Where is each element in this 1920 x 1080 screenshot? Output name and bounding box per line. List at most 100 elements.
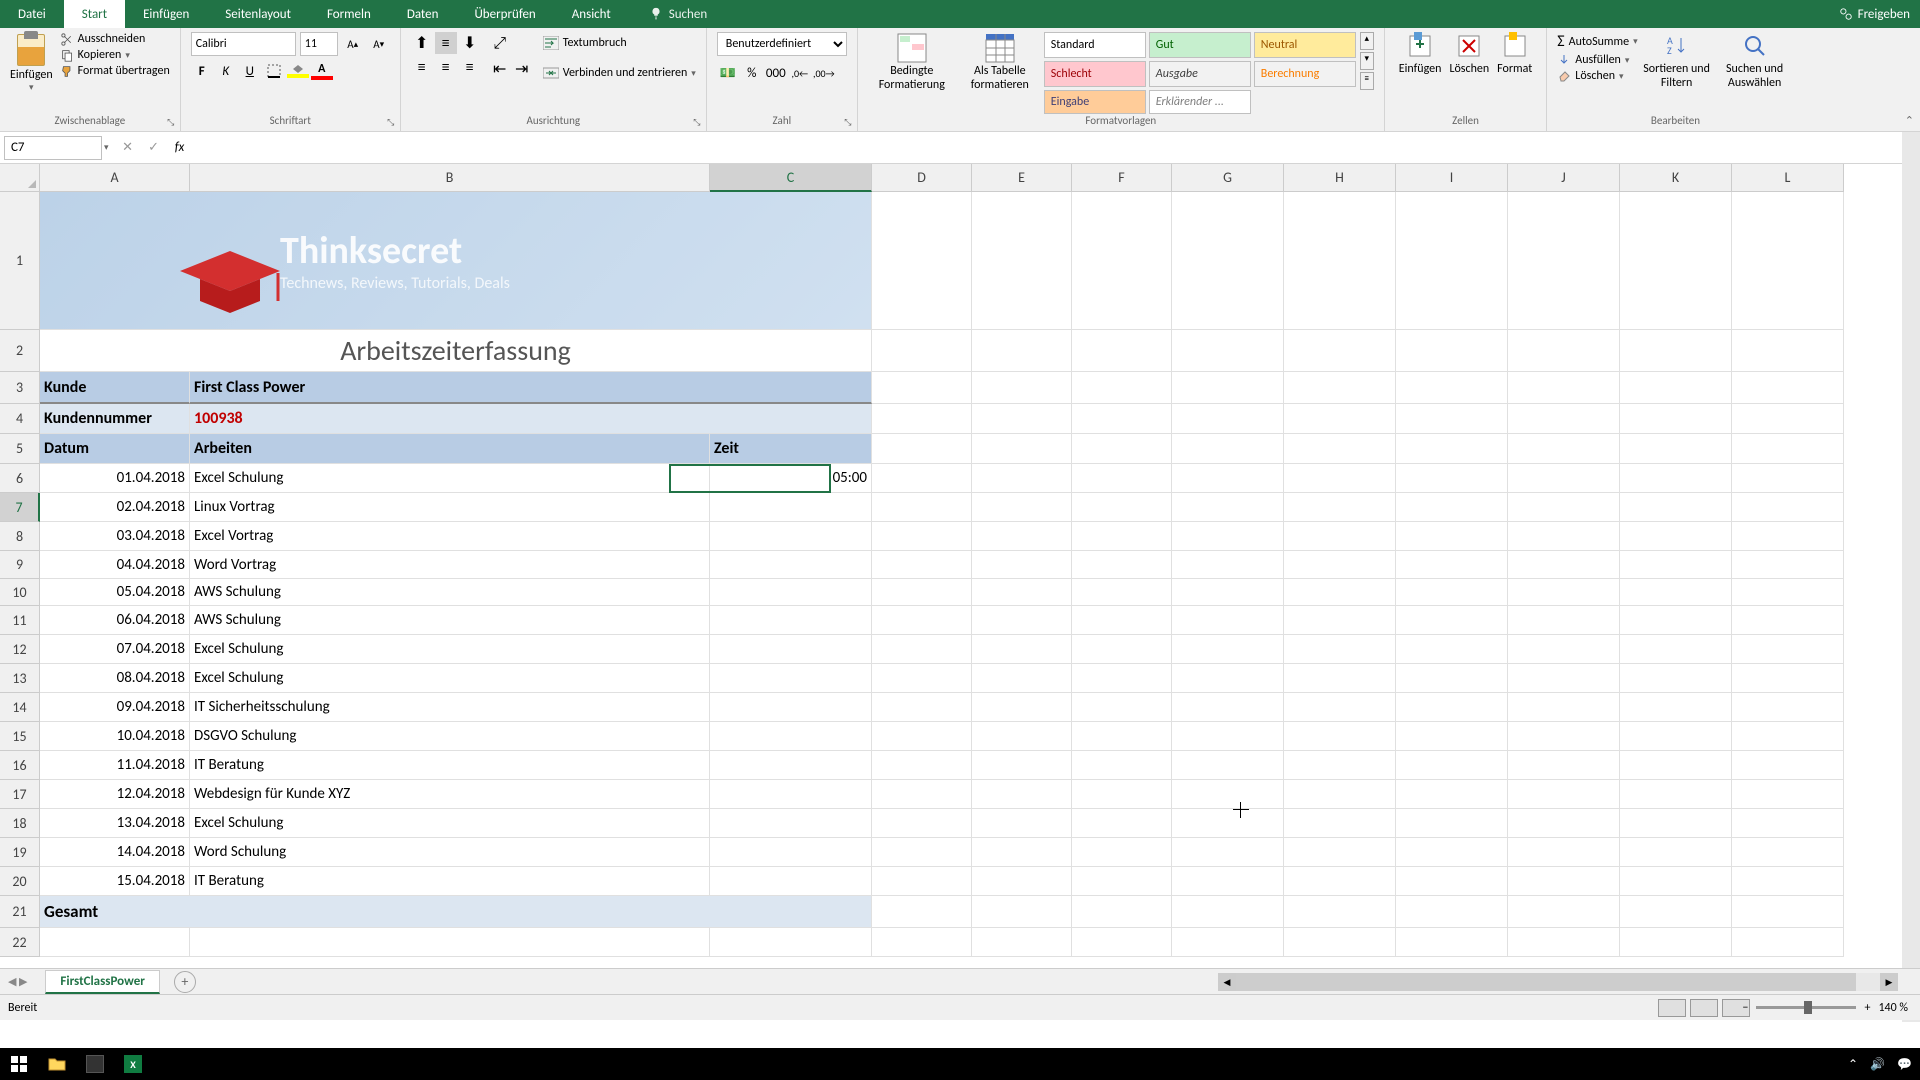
cell[interactable] [1620,404,1732,434]
cell[interactable]: 11.04.2018 [40,751,190,780]
cell[interactable] [1732,838,1844,867]
cell[interactable] [1284,780,1396,809]
cell[interactable] [972,579,1072,606]
collapse-ribbon-button[interactable]: ⌃ [1905,114,1914,127]
cell[interactable] [710,693,872,722]
tab-datei[interactable]: Datei [0,0,64,28]
cell[interactable] [1284,751,1396,780]
cell[interactable] [1072,522,1172,551]
cell[interactable] [1508,404,1620,434]
cell[interactable] [40,928,190,957]
cell[interactable] [1732,664,1844,693]
cell[interactable] [1508,928,1620,957]
styles-more[interactable]: ≡ [1360,72,1374,90]
delete-cells-button[interactable]: Löschen [1445,32,1493,114]
cell[interactable] [972,522,1072,551]
cell[interactable] [1284,192,1396,330]
cell[interactable] [1620,493,1732,522]
fill-color-button[interactable] [287,60,309,82]
cell[interactable] [1732,722,1844,751]
cell[interactable]: Zeit [710,434,872,464]
row-header-11[interactable]: 11 [0,606,40,635]
cell[interactable] [1732,579,1844,606]
insert-function-button[interactable]: fx [167,136,193,160]
cell[interactable] [972,867,1072,896]
cell[interactable]: 100938 [190,404,872,434]
cell[interactable] [1396,606,1508,635]
cell[interactable] [872,551,972,579]
paste-button[interactable]: Einfügen [10,68,53,82]
col-header-F[interactable]: F [1072,164,1172,192]
cell[interactable]: Arbeiten [190,434,710,464]
cell[interactable] [710,780,872,809]
select-all-button[interactable] [0,164,40,192]
autosum-button[interactable]: ΣAutoSumme ▾ [1557,32,1637,51]
col-header-K[interactable]: K [1620,164,1732,192]
start-button[interactable] [0,1048,38,1080]
cell[interactable] [1072,551,1172,579]
col-header-G[interactable]: G [1172,164,1284,192]
col-header-J[interactable]: J [1508,164,1620,192]
tab-daten[interactable]: Daten [389,0,457,28]
cell[interactable] [872,606,972,635]
formula-input[interactable] [199,136,1907,160]
cell[interactable] [1172,780,1284,809]
cell[interactable] [1172,372,1284,404]
cell[interactable] [1284,606,1396,635]
add-sheet-button[interactable]: + [174,971,196,993]
cell[interactable] [1396,551,1508,579]
cell[interactable] [1620,522,1732,551]
cell[interactable] [1620,780,1732,809]
tab-seitenlayout[interactable]: Seitenlayout [207,0,309,28]
cell[interactable]: 02.04.2018 [40,493,190,522]
cell[interactable]: Datum [40,434,190,464]
cell[interactable] [1620,751,1732,780]
col-header-E[interactable]: E [972,164,1072,192]
cell[interactable] [1072,780,1172,809]
cell[interactable] [1396,372,1508,404]
border-button[interactable] [263,60,285,82]
cell[interactable]: DSGVO Schulung [190,722,710,751]
sort-filter-button[interactable]: AZSortieren und Filtern [1638,32,1716,114]
scroll-right-button[interactable]: ▶ [1880,973,1898,991]
zoom-out-button[interactable]: − [1742,1001,1748,1015]
cell[interactable] [1172,664,1284,693]
cell[interactable] [972,780,1072,809]
cell[interactable]: Excel Vortrag [190,522,710,551]
cell[interactable] [1072,579,1172,606]
comma-format-button[interactable]: 000 [765,62,787,84]
cell[interactable] [1172,751,1284,780]
cell[interactable] [1508,693,1620,722]
cell[interactable] [710,606,872,635]
cell[interactable] [972,464,1072,493]
cell[interactable] [1508,780,1620,809]
cell[interactable] [1732,404,1844,434]
col-header-C[interactable]: C [710,164,872,192]
col-header-D[interactable]: D [872,164,972,192]
cell[interactable] [872,838,972,867]
cell[interactable] [190,928,710,957]
cell[interactable] [1172,434,1284,464]
row-header-16[interactable]: 16 [0,751,40,780]
cell[interactable] [972,493,1072,522]
cell[interactable]: 05:00 [710,464,872,493]
cell[interactable] [1620,434,1732,464]
cell[interactable] [1284,809,1396,838]
cell[interactable] [1172,635,1284,664]
cell[interactable] [872,867,972,896]
cell[interactable] [1396,928,1508,957]
cell[interactable] [872,192,972,330]
cell[interactable] [1172,896,1284,928]
cell[interactable] [972,372,1072,404]
cell[interactable]: Word Vortrag [190,551,710,579]
cell[interactable]: Excel Schulung [190,809,710,838]
cell[interactable] [1072,664,1172,693]
cell[interactable] [1396,751,1508,780]
cell[interactable] [710,579,872,606]
col-header-H[interactable]: H [1284,164,1396,192]
number-dialog-launcher[interactable]: ⤡ [842,116,854,128]
zoom-level[interactable]: 140 % [1878,1001,1908,1015]
cell[interactable] [710,809,872,838]
tab-überprüfen[interactable]: Überprüfen [456,0,553,28]
cell[interactable] [872,693,972,722]
